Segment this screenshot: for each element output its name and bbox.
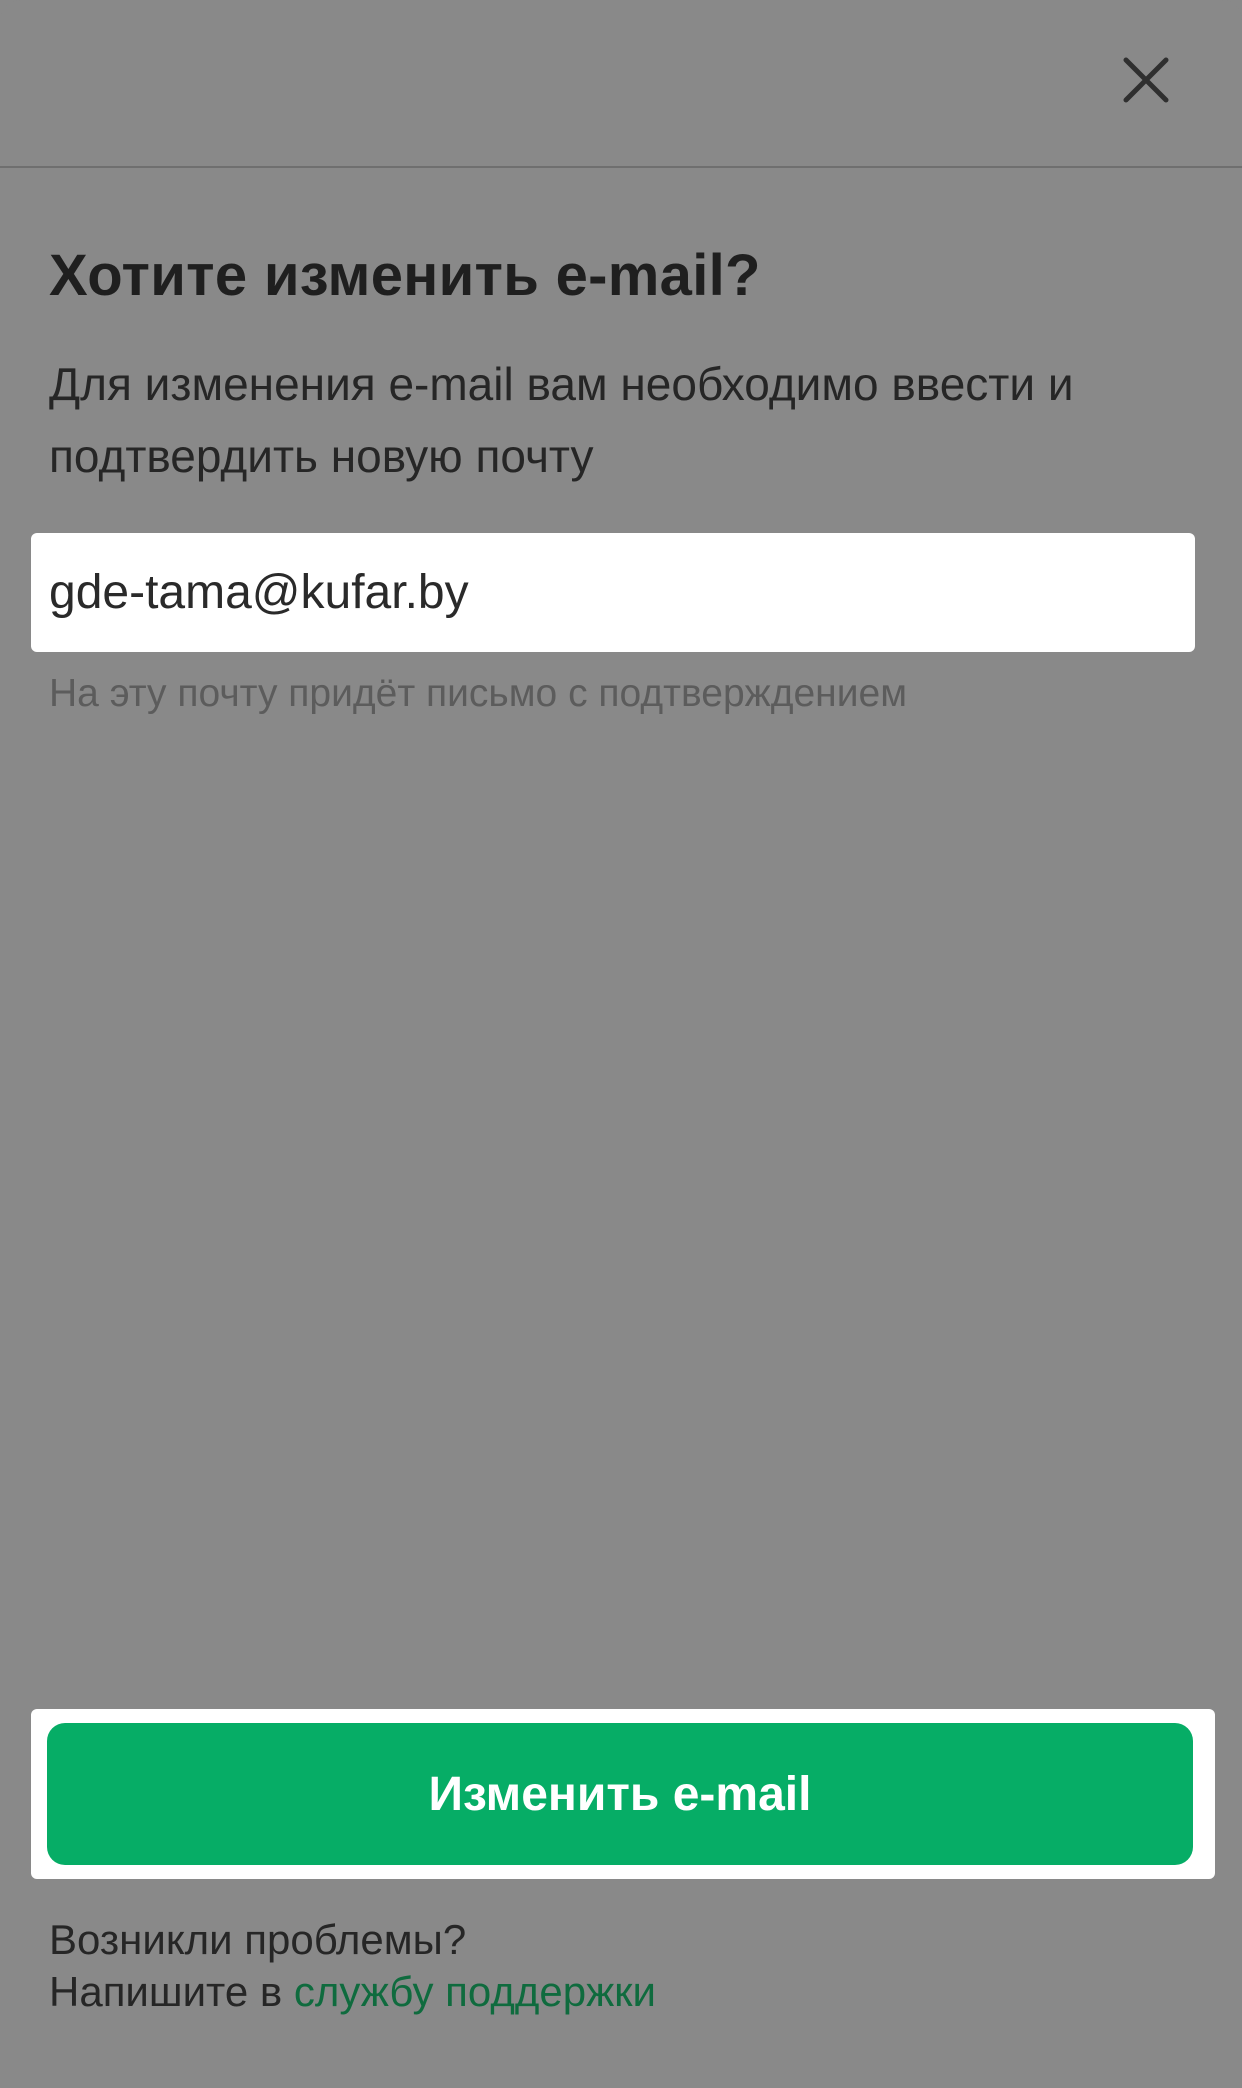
support-line: Напишите в службу поддержки — [49, 1966, 656, 2018]
close-button[interactable] — [1116, 50, 1176, 110]
support-footer: Возникли проблемы? Напишите в службу под… — [49, 1914, 656, 2018]
close-icon — [1123, 57, 1169, 103]
page-title: Хотите изменить e-mail? — [49, 243, 761, 308]
submit-button-highlight: Изменить e-mail — [31, 1709, 1215, 1879]
email-field[interactable]: gde-tama@kufar.by — [31, 533, 1195, 652]
change-email-button-label: Изменить e-mail — [428, 1767, 812, 1821]
change-email-modal: Хотите изменить e-mail? Для изменения e-… — [0, 0, 1242, 2088]
email-hint: На эту почту придёт письмо с подтвержден… — [49, 672, 907, 715]
modal-header — [0, 0, 1242, 168]
change-email-button[interactable]: Изменить e-mail — [47, 1723, 1193, 1865]
problem-text: Возникли проблемы? — [49, 1916, 467, 1963]
email-value: gde-tama@kufar.by — [49, 566, 469, 619]
support-link[interactable]: службу поддержки — [294, 1968, 656, 2015]
write-prefix: Напишите в — [49, 1968, 283, 2015]
description-text: Для изменения e-mail вам необходимо ввес… — [49, 358, 1074, 482]
